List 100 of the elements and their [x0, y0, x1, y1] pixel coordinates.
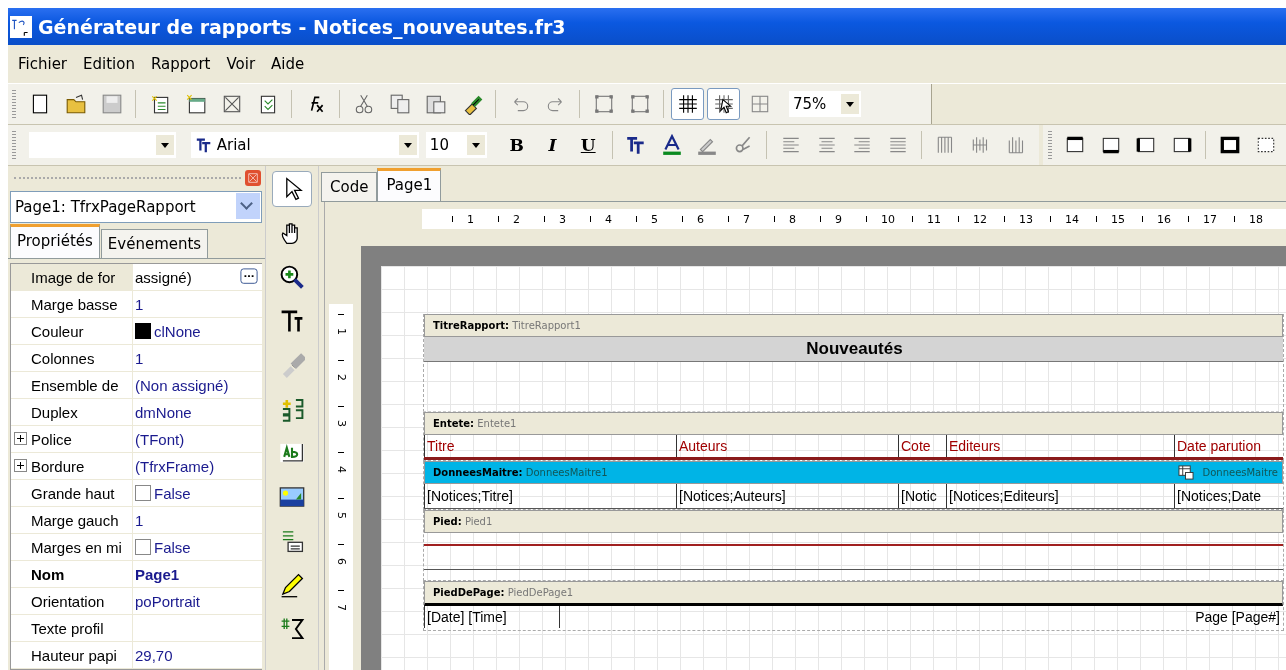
property-name[interactable]: Hauteur papi [31, 646, 117, 664]
footer-field[interactable]: [Date] [Time] [424, 606, 559, 628]
data-field[interactable]: [Notic [898, 484, 946, 508]
property-name[interactable]: Grande haut [31, 484, 115, 502]
picture-icon [279, 484, 305, 510]
property-name[interactable]: Bordure [31, 457, 85, 475]
checkbox[interactable] [135, 485, 151, 501]
ruler-number: 18 [1249, 212, 1263, 226]
save-icon [100, 93, 123, 115]
property-name[interactable]: Colonnes [31, 349, 95, 367]
menu-item[interactable]: Voir [218, 55, 264, 73]
property-name[interactable]: Marge gauch [31, 511, 119, 529]
property-value[interactable]: 1 [135, 511, 144, 529]
open-folder-icon [64, 93, 87, 115]
italic-button[interactable]: I [536, 129, 569, 161]
column-header[interactable]: Editeurs [946, 435, 1174, 457]
ruler-number: 8 [789, 212, 796, 226]
menu-item[interactable]: Edition [75, 55, 143, 73]
column-header[interactable]: Date parution [1174, 435, 1283, 457]
select-tool[interactable] [272, 171, 312, 207]
property-name[interactable]: Texte profil [31, 619, 104, 637]
property-value[interactable]: False [154, 484, 191, 502]
property-name[interactable]: Marges en mi [31, 538, 122, 556]
dataset-icon [1178, 465, 1195, 480]
font-dropdown[interactable]: Arial [190, 132, 419, 158]
menu-item[interactable]: Rapport [142, 55, 219, 73]
ungroup-icon [628, 93, 651, 115]
font-icon [194, 136, 213, 154]
app-icon [10, 15, 32, 38]
panel-tab[interactable]: Propriétés [10, 224, 100, 258]
property-name[interactable]: Police [31, 430, 72, 448]
property-name[interactable]: Nom [31, 565, 65, 583]
property-value[interactable]: False [154, 538, 191, 556]
band-label: Entete: Entete1 [433, 418, 517, 429]
snap-grid-icon [712, 93, 735, 115]
data-field[interactable]: [Notices;Date [1174, 484, 1283, 508]
property-value[interactable]: 1 [135, 295, 144, 313]
data-field[interactable]: [Notices;Editeurs] [946, 484, 1174, 508]
ruler-number: 11 [927, 212, 941, 226]
snap-grid-button[interactable] [707, 88, 740, 120]
window-title: Générateur de rapports - Notices_nouveautes.fr3 [38, 15, 566, 38]
grid-button[interactable] [671, 88, 704, 120]
data-field[interactable]: [Notices;Auteurs] [676, 484, 898, 508]
ruler-number: 9 [835, 212, 842, 226]
zoom-icon [279, 264, 305, 290]
column-header[interactable]: Cote [898, 435, 946, 457]
ruler-number: 7 [334, 604, 348, 611]
property-value[interactable]: (TfrxFrame) [135, 457, 215, 475]
menu-item[interactable]: Aide [263, 55, 313, 73]
sum-icon [279, 616, 305, 642]
expand-icon[interactable] [14, 459, 27, 472]
property-value[interactable]: Page1 [135, 565, 180, 583]
column-header[interactable]: Titre [424, 435, 676, 457]
data-source-label[interactable]: DonneesMaitre [1202, 467, 1278, 478]
property-name[interactable]: Duplex [31, 403, 78, 421]
copy-icon [388, 93, 411, 115]
close-icon [247, 171, 259, 184]
property-value[interactable]: dmNone [135, 403, 192, 421]
property-value[interactable]: poPortrait [135, 592, 201, 610]
property-name[interactable]: Orientation [31, 592, 105, 610]
ruler-number: 12 [973, 212, 987, 226]
property-value[interactable]: (Non assigné) [135, 376, 229, 394]
property-value[interactable]: (TFont) [135, 430, 185, 448]
band-header[interactable]: DonneesMaitre: DonneesMaitre1 DonneesMaitre [424, 461, 1283, 484]
ruler-number: 3 [559, 212, 566, 226]
band-header[interactable]: TitreRapport: TitreRapport1 [424, 314, 1283, 337]
property-value[interactable]: 29,70 [135, 646, 173, 664]
grid-icon [676, 93, 699, 115]
property-name[interactable]: Marge basse [31, 295, 118, 313]
ruler-number: 2 [513, 212, 520, 226]
designer-tab[interactable]: Code [321, 172, 378, 201]
menu-item[interactable]: Fichier [10, 55, 76, 73]
band-header[interactable]: PiedDePage: PiedDePage1 [424, 581, 1283, 606]
data-field[interactable]: [Notices;Titre] [424, 484, 676, 508]
underline-button[interactable]: U [571, 129, 605, 161]
bold-button[interactable]: B [500, 129, 534, 161]
property-name[interactable]: Ensemble de [31, 376, 119, 394]
draw-icon [279, 572, 305, 598]
band-label: DonneesMaitre: DonneesMaitre1 [433, 467, 608, 478]
zoom-dropdown[interactable]: 75% [789, 91, 861, 117]
property-name[interactable]: Couleur [31, 322, 84, 340]
close-button[interactable] [245, 169, 261, 186]
ellipsis-button[interactable] [239, 268, 259, 286]
property-value[interactable]: 1 [135, 349, 144, 367]
expand-icon[interactable] [14, 432, 27, 445]
property-name[interactable]: Image de for [31, 268, 116, 286]
font-size-dropdown[interactable]: 10 [425, 132, 488, 158]
checkbox[interactable] [135, 539, 151, 555]
designer-tab[interactable]: Page1 [377, 168, 442, 201]
ruler-number: 6 [697, 212, 704, 226]
band-header[interactable]: Pied: Pied1 [424, 510, 1283, 533]
object-dropdown[interactable]: Page1: TfrxPageRapport [10, 191, 262, 223]
color-swatch [135, 323, 151, 339]
band-header[interactable]: Entete: Entete1 [424, 412, 1283, 435]
column-header[interactable]: Auteurs [676, 435, 898, 457]
ruler-number: 3 [334, 420, 348, 427]
property-value[interactable]: clNone [154, 322, 201, 340]
footer-field[interactable]: Page [Page#] [559, 606, 1283, 628]
title-text[interactable]: Nouveautés [804, 337, 903, 361]
panel-tab[interactable]: Evénements [100, 229, 209, 258]
